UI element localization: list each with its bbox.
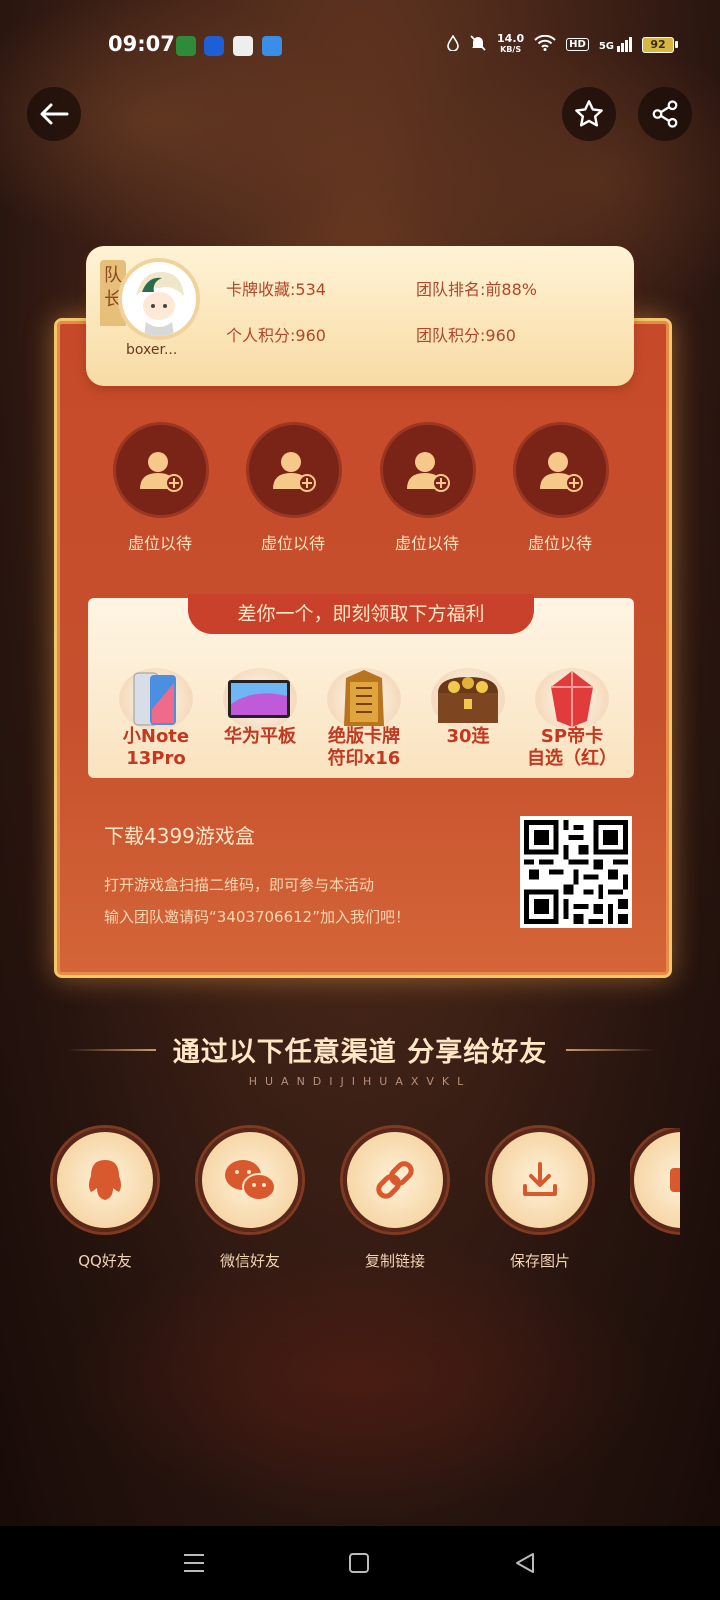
triangle-back-icon: [516, 1553, 534, 1573]
more-icon: [670, 1168, 680, 1192]
add-member-icon: [140, 452, 183, 492]
empty-slot[interactable]: 虚位以待: [513, 422, 609, 554]
favorite-button[interactable]: [562, 87, 616, 141]
personal-points-stat: 个人积分:960: [226, 326, 326, 345]
slot-label: 虚位以待: [260, 534, 325, 553]
share-icon: [652, 100, 678, 128]
reward-label: 小Note 13Pro: [122, 726, 190, 769]
team-points-stat: 团队积分:960: [416, 326, 516, 345]
mute-bell-icon: [469, 34, 487, 55]
arrow-left-icon: [40, 103, 69, 125]
notification-app-icon: [204, 36, 224, 56]
status-bar: 09:07 14.0 KB/S HD 5G 92: [0, 28, 720, 64]
phone-icon: [133, 672, 176, 726]
red-gem-icon: [551, 671, 593, 727]
download-icon: [523, 1162, 557, 1196]
system-nav-bar: [0, 1526, 720, 1600]
share-wechat-button[interactable]: 微信好友: [195, 1128, 305, 1271]
profile-panel: 队长 boxer... 卡牌收藏:534 团队排名:前88% 个人积分:960 …: [86, 246, 634, 386]
avatar[interactable]: [118, 258, 200, 340]
game-app-icon: [233, 36, 253, 56]
network-speed: 14.0 KB/S: [497, 32, 525, 54]
cards-collected-stat: 卡牌收藏:534: [226, 280, 326, 299]
star-icon: [575, 100, 603, 127]
reward-label: 30连: [446, 726, 490, 747]
add-member-icon: [407, 452, 450, 492]
invite-code-instruction: 输入团队邀请码“3403706612”加入我们吧！: [104, 908, 410, 926]
share-button[interactable]: [638, 87, 692, 141]
oppo-app-icon: [176, 36, 196, 56]
slot-label: 虚位以待: [394, 534, 459, 553]
reward-item: 30连: [420, 668, 516, 748]
benefits-title: 差你一个，即刻领取下方福利: [188, 594, 534, 634]
save-image-button[interactable]: 保存图片: [485, 1128, 595, 1271]
signal-icon: 5G: [599, 37, 632, 52]
qq-icon: [89, 1160, 121, 1200]
reward-item: 华为平板: [212, 668, 308, 748]
link-icon: [376, 1161, 414, 1199]
benefits-panel: 差你一个，即刻领取下方福利 小Note 13Pro 华为平板 绝版卡牌 符印x16 …: [88, 594, 634, 778]
reward-item: SP帝卡 自选（红）: [512, 668, 632, 770]
share-label: 保存图片: [509, 1252, 570, 1270]
system-back-button[interactable]: [514, 1552, 536, 1578]
slot-label: 虚位以待: [127, 534, 192, 553]
status-time: 09:07: [108, 32, 175, 56]
hd-badge: HD: [566, 38, 589, 51]
reward-item: 绝版卡牌 符印x16: [316, 668, 412, 770]
empty-slot[interactable]: 虚位以待: [380, 422, 476, 554]
recent-apps-button[interactable]: [182, 1552, 206, 1578]
share-label: QQ好友: [78, 1252, 132, 1270]
treasure-chest-icon: [438, 677, 498, 723]
team-rank-stat: 团队排名:前88%: [416, 280, 537, 299]
qr-code: [520, 816, 632, 928]
menu-icon: [184, 1554, 204, 1572]
add-member-icon: [273, 452, 316, 492]
battery-indicator: 92: [642, 36, 678, 53]
drop-icon: [447, 34, 459, 54]
more-share-button[interactable]: [630, 1128, 680, 1250]
wifi-icon: [534, 34, 556, 54]
reward-label: SP帝卡 自选（红）: [527, 726, 617, 769]
share-subheading: HUANDIJIHUAXVKL: [248, 1075, 472, 1088]
card-seal-icon: [344, 670, 384, 726]
square-icon: [349, 1553, 369, 1573]
empty-slot[interactable]: 虚位以待: [246, 422, 342, 554]
reward-label: 华为平板: [224, 726, 296, 747]
share-heading-block: 通过以下任意渠道 分享给好友 HUANDIJIHUAXVKL: [0, 1030, 720, 1088]
empty-slot[interactable]: 虚位以待: [113, 422, 209, 554]
username: boxer...: [126, 342, 178, 358]
tablet-icon: [228, 680, 290, 718]
download-instruction: 打开游戏盒扫描二维码，即可参与本活动: [104, 876, 375, 894]
home-button[interactable]: [348, 1552, 370, 1578]
store-app-icon: [262, 36, 282, 56]
share-label: 微信好友: [219, 1252, 280, 1270]
share-heading: 通过以下任意渠道 分享给好友: [172, 1037, 548, 1068]
wechat-icon: [225, 1160, 276, 1201]
reward-item: 小Note 13Pro: [108, 668, 204, 770]
reward-label: 绝版卡牌 符印x16: [327, 726, 401, 769]
slot-label: 虚位以待: [527, 534, 592, 553]
share-label: 复制链接: [364, 1252, 425, 1270]
add-member-icon: [540, 452, 583, 492]
copy-link-button[interactable]: 复制链接: [340, 1128, 450, 1271]
download-title: 下载4399游戏盒: [104, 824, 255, 848]
share-qq-button[interactable]: QQ好友: [50, 1128, 160, 1271]
back-button[interactable]: [27, 87, 81, 141]
